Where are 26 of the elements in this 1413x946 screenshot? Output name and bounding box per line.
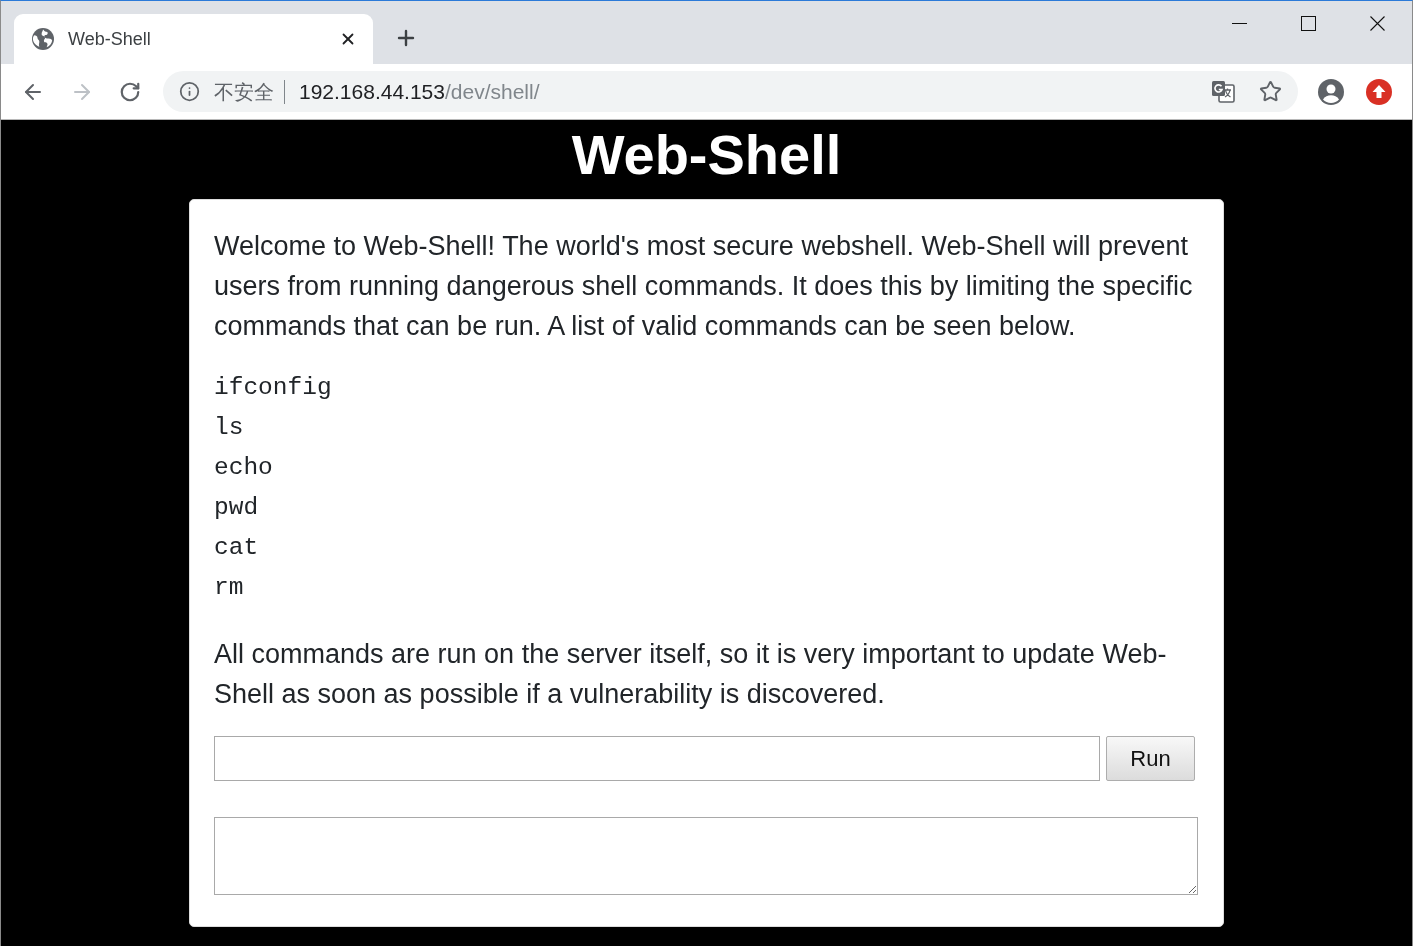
globe-icon (32, 28, 54, 50)
maximize-icon (1301, 16, 1316, 31)
security-label: 不安全 (214, 79, 274, 105)
command-item: cat (214, 533, 259, 563)
command-item: ls (214, 413, 244, 443)
bookmark-star-icon[interactable] (1259, 80, 1282, 103)
reload-icon (119, 80, 141, 103)
close-icon (1370, 16, 1385, 31)
browser-tab[interactable]: Web-Shell (14, 14, 373, 64)
minimize-icon (1232, 23, 1247, 24)
command-item: echo (214, 453, 273, 483)
update-icon[interactable] (1366, 78, 1392, 105)
page-title: Web-Shell (571, 127, 842, 183)
intro-paragraph: Welcome to Web-Shell! The world's most secure webshell. Web-Shell will prevent users from running dangerous shell commands. It does this by limiting the specific commands that can be run. A list of valid commands can be seen below. (214, 230, 1194, 343)
command-item: ifconfig (214, 373, 332, 403)
tab-title: Web-Shell (68, 27, 151, 51)
command-input[interactable] (214, 736, 1100, 781)
note-paragraph: All commands are run on the server itself, so it is very important to update Web-Shell as soon as possible if a vulnerability is discovered. (214, 638, 1168, 711)
command-item: rm (214, 573, 244, 603)
run-button[interactable]: Run (1106, 736, 1195, 781)
url-text: 192.168.44.153/dev/shell/ (299, 78, 540, 105)
info-icon (179, 81, 200, 102)
profile-icon[interactable] (1318, 78, 1344, 105)
address-bar[interactable]: 不安全 192.168.44.153/dev/shell/ (163, 71, 1298, 112)
command-item: pwd (214, 493, 259, 523)
translate-icon[interactable] (1211, 79, 1235, 104)
